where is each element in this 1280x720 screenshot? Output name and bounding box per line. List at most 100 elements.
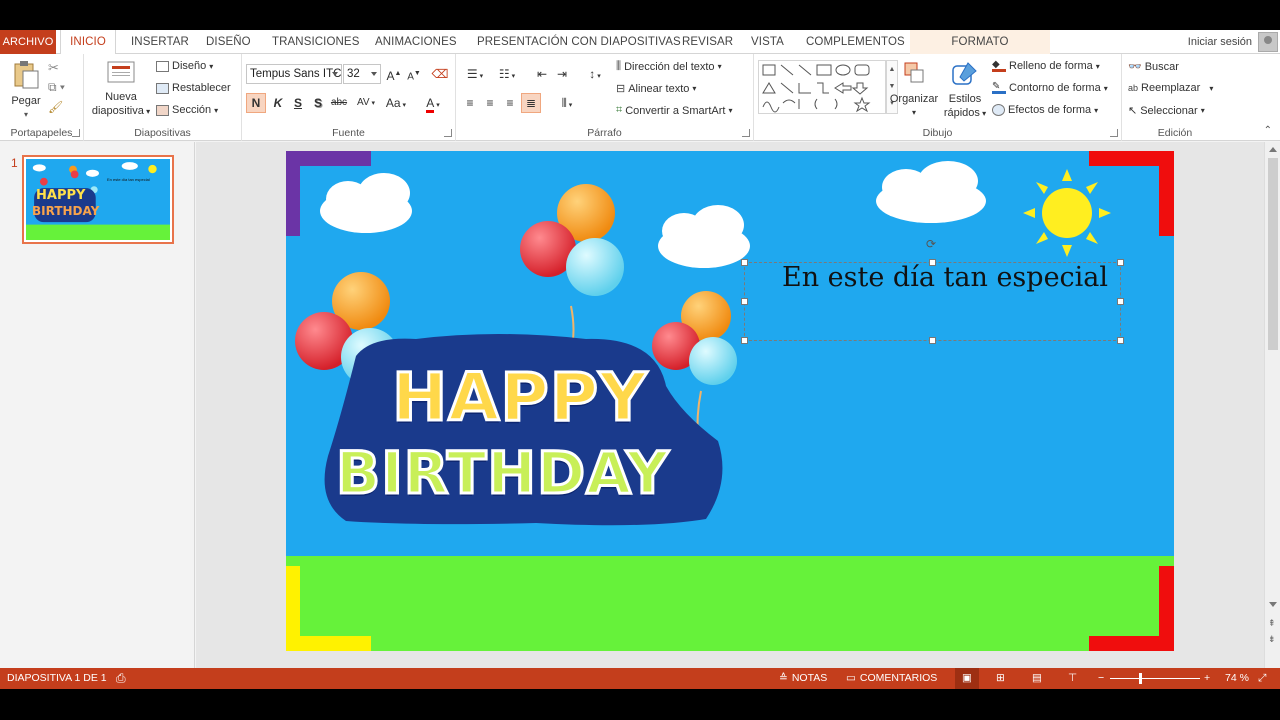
- tab-file[interactable]: ARCHIVO: [0, 30, 56, 54]
- shrink-font-button[interactable]: A▼: [404, 64, 424, 84]
- increase-indent-button[interactable]: ⇥: [552, 64, 572, 84]
- font-color-button[interactable]: A ▾: [420, 93, 446, 113]
- spelling-icon[interactable]: ⎙: [116, 668, 126, 689]
- zoom-slider-thumb[interactable]: [1139, 673, 1142, 684]
- shadow-button[interactable]: S: [308, 93, 328, 113]
- tab-design[interactable]: DISEÑO: [206, 30, 251, 54]
- font-name-input[interactable]: Tempus Sans ITC: [246, 64, 342, 84]
- tab-slideshow[interactable]: PRESENTACIÓN CON DIAPOSITIVAS: [477, 30, 681, 54]
- font-size-input[interactable]: 32: [343, 64, 381, 84]
- resize-handle[interactable]: [1117, 337, 1124, 344]
- slideshow-button[interactable]: ⊤: [1068, 668, 1077, 689]
- numbering-icon: ☷: [498, 67, 510, 81]
- bold-button[interactable]: N: [246, 93, 266, 113]
- slide-thumbnail-1[interactable]: HAPPY BIRTHDAY En este día tan especial: [22, 155, 174, 244]
- layout-button[interactable]: Diseño ▾: [156, 60, 213, 72]
- shape-fill-button[interactable]: ◆ Relleno de forma ▾: [992, 60, 1100, 72]
- drawing-launcher-icon[interactable]: [1110, 129, 1118, 137]
- zoom-level[interactable]: 74 %: [1225, 668, 1249, 689]
- numbering-button[interactable]: ☷ ▾: [492, 64, 522, 84]
- strikethrough-button[interactable]: abc: [329, 93, 349, 113]
- chevron-down-icon: ▾: [728, 106, 733, 115]
- notes-button[interactable]: ≙ NOTAS: [779, 668, 827, 689]
- copy-button[interactable]: ⧉ ▾: [48, 80, 65, 95]
- vertical-scrollbar[interactable]: ⇞ ⇟: [1264, 142, 1280, 668]
- paragraph-launcher-icon[interactable]: [742, 129, 750, 137]
- reset-button[interactable]: Restablecer: [156, 82, 231, 94]
- previous-slide-icon[interactable]: ⇞: [1268, 618, 1276, 629]
- tab-review[interactable]: REVISAR: [682, 30, 733, 54]
- tab-home[interactable]: INICIO: [60, 30, 116, 55]
- shape-outline-button[interactable]: ✎ Contorno de forma ▾: [992, 82, 1108, 94]
- bullets-button[interactable]: ☰ ▾: [460, 64, 490, 84]
- zoom-slider[interactable]: [1110, 668, 1200, 689]
- align-left-button[interactable]: ≡: [460, 93, 480, 113]
- line-spacing-button[interactable]: ↕ ▾: [580, 64, 610, 84]
- arrange-button[interactable]: Organizar ▾: [888, 60, 940, 120]
- scroll-down-icon[interactable]: [1269, 602, 1277, 607]
- resize-handle[interactable]: [741, 259, 748, 266]
- comments-button[interactable]: ▭ COMENTARIOS: [846, 668, 937, 689]
- smartart-icon: ⌗: [616, 104, 623, 116]
- font-launcher-icon[interactable]: [444, 129, 452, 137]
- zoom-in-button[interactable]: +: [1204, 668, 1210, 689]
- cursor-icon: ↖: [1128, 105, 1138, 117]
- align-text-button[interactable]: ⊟ Alinear texto ▾: [616, 82, 696, 96]
- resize-handle[interactable]: [929, 337, 936, 344]
- tab-view[interactable]: VISTA: [751, 30, 784, 54]
- slide-sorter-icon: ⊞: [996, 672, 1005, 684]
- replace-button[interactable]: ab Reemplazar ▾: [1128, 82, 1213, 94]
- rotate-handle-icon[interactable]: ⟳: [926, 237, 936, 251]
- avatar[interactable]: [1258, 32, 1278, 52]
- slide-textbox-text[interactable]: En este día tan especial: [782, 262, 1108, 293]
- find-button[interactable]: 👓 Buscar: [1128, 60, 1179, 74]
- new-slide-button[interactable]: Nueva diapositiva ▾: [88, 60, 154, 119]
- columns-button[interactable]: ⫴ ▾: [552, 93, 582, 113]
- convert-smartart-button[interactable]: ⌗ Convertir a SmartArt ▾: [616, 104, 732, 117]
- resize-handle[interactable]: [741, 298, 748, 305]
- clipboard-icon: [14, 61, 39, 89]
- align-right-button[interactable]: ≡: [500, 93, 520, 113]
- character-spacing-button[interactable]: AV ▾: [352, 93, 380, 113]
- tab-insert[interactable]: INSERTAR: [131, 30, 189, 54]
- quick-styles-button[interactable]: Estilos rápidos ▾: [940, 60, 990, 121]
- resize-handle[interactable]: [741, 337, 748, 344]
- justify-button[interactable]: ≣: [521, 93, 541, 113]
- next-slide-icon[interactable]: ⇟: [1268, 634, 1276, 645]
- italic-button[interactable]: K: [268, 93, 288, 113]
- tab-animations[interactable]: ANIMACIONES: [375, 30, 457, 54]
- tab-format[interactable]: FORMATO: [910, 30, 1050, 54]
- normal-view-button[interactable]: ▣: [955, 668, 979, 689]
- paste-button[interactable]: Pegar ▾: [6, 60, 46, 122]
- select-button[interactable]: ↖ Seleccionar ▾: [1128, 104, 1205, 118]
- change-case-button[interactable]: Aa ▾: [382, 93, 410, 113]
- clear-format-icon[interactable]: ⌫: [430, 64, 450, 84]
- align-center-icon: ≡: [486, 96, 494, 110]
- scroll-up-icon[interactable]: [1269, 147, 1277, 152]
- shapes-gallery[interactable]: [758, 60, 886, 114]
- section-icon: [156, 104, 169, 116]
- slide-canvas[interactable]: HAPPY BIRTHDAY: [286, 151, 1174, 651]
- resize-handle[interactable]: [1117, 298, 1124, 305]
- format-painter-button[interactable]: 🖌: [48, 100, 63, 114]
- section-button[interactable]: Sección ▾: [156, 104, 218, 116]
- reading-view-button[interactable]: ▤: [1032, 668, 1042, 689]
- grow-font-button[interactable]: A▲: [384, 64, 404, 84]
- resize-handle[interactable]: [1117, 259, 1124, 266]
- decrease-indent-button[interactable]: ⇤: [532, 64, 552, 84]
- shape-effects-button[interactable]: Efectos de forma ▾: [992, 104, 1098, 116]
- sign-in-link[interactable]: Iniciar sesión: [1188, 30, 1252, 54]
- clipboard-launcher-icon[interactable]: [72, 129, 80, 137]
- zoom-out-button[interactable]: −: [1098, 668, 1104, 689]
- align-center-button[interactable]: ≡: [480, 93, 500, 113]
- underline-button[interactable]: S: [288, 93, 308, 113]
- chevron-down-icon: ▾: [1095, 61, 1100, 71]
- text-direction-button[interactable]: ⫼ Dirección del texto ▾: [616, 60, 722, 73]
- tab-addins[interactable]: COMPLEMENTOS: [806, 30, 905, 54]
- fit-slide-icon[interactable]: ⤢: [1258, 668, 1266, 689]
- cut-button[interactable]: ✂: [48, 60, 59, 76]
- scroll-thumb[interactable]: [1268, 158, 1278, 350]
- tab-transitions[interactable]: TRANSICIONES: [272, 30, 359, 54]
- slide-sorter-button[interactable]: ⊞: [996, 668, 1005, 689]
- collapse-ribbon-icon[interactable]: ⌃: [1264, 125, 1272, 136]
